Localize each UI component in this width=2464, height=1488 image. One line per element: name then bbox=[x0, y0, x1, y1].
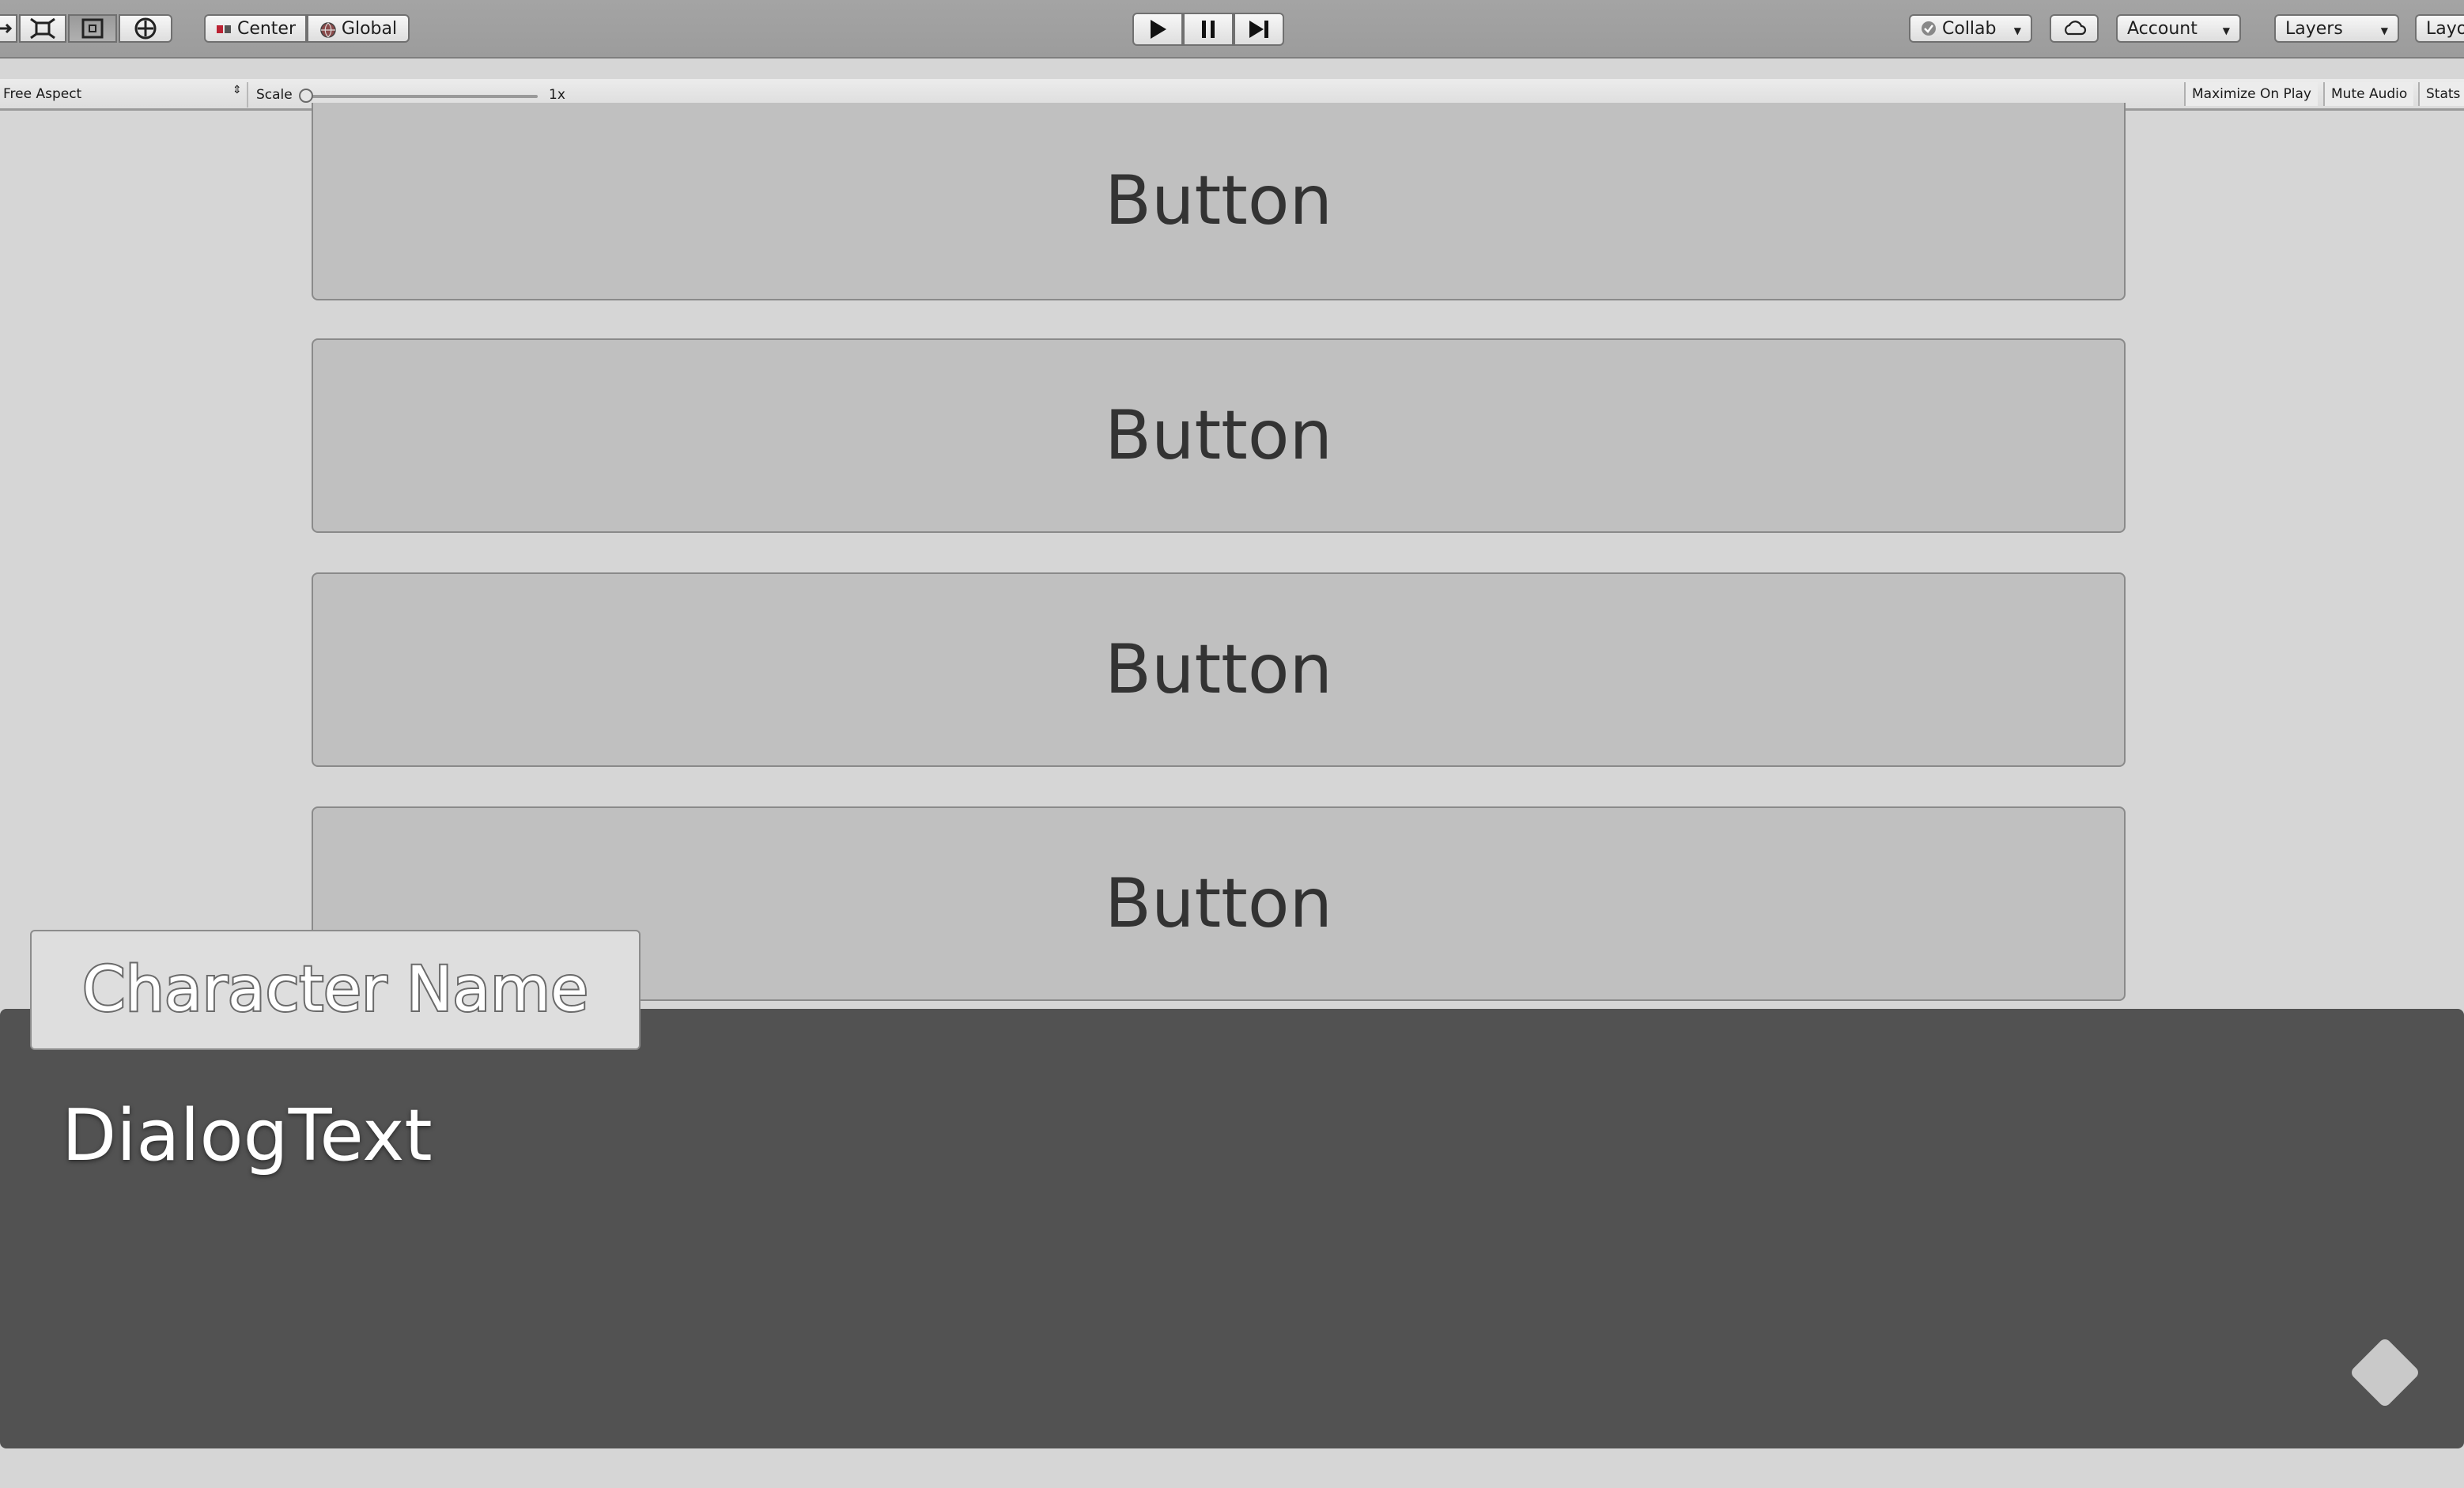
chevron-down-icon: ▼ bbox=[2013, 25, 2021, 36]
stats-toggle[interactable]: Stats bbox=[2418, 82, 2464, 106]
mute-label: Mute Audio bbox=[2331, 86, 2408, 102]
dialog-panel[interactable] bbox=[0, 1009, 2464, 1448]
transform-tool-button[interactable] bbox=[119, 14, 172, 43]
cloud-icon bbox=[2065, 21, 2087, 36]
dialog-text: DialogText bbox=[62, 1094, 433, 1177]
layers-dropdown[interactable]: Layers ▼ bbox=[2274, 14, 2399, 43]
pause-icon bbox=[1202, 21, 1215, 38]
editor-toolbar: Center Global Collab ▼ Account ▼ Layers … bbox=[0, 0, 2464, 59]
stats-label: Stats bbox=[2426, 86, 2461, 102]
scale-icon bbox=[30, 17, 55, 40]
rect-icon bbox=[81, 18, 104, 39]
globe-icon bbox=[319, 21, 337, 38]
pause-button[interactable] bbox=[1183, 13, 1234, 46]
choice-button-2[interactable]: Button bbox=[312, 338, 2126, 533]
collab-dropdown[interactable]: Collab ▼ bbox=[1909, 14, 2032, 43]
chevron-down-icon: ▼ bbox=[2222, 25, 2230, 36]
divider bbox=[247, 82, 248, 108]
move-tool-button[interactable] bbox=[0, 14, 17, 43]
scale-tool-button[interactable] bbox=[19, 14, 66, 43]
layers-label: Layers bbox=[2285, 18, 2343, 39]
maximize-on-play-toggle[interactable]: Maximize On Play bbox=[2184, 82, 2318, 106]
pivot-center-label: Center bbox=[236, 18, 297, 39]
play-button[interactable] bbox=[1132, 13, 1183, 46]
cloud-button[interactable] bbox=[2050, 14, 2099, 43]
scale-slider-handle[interactable] bbox=[299, 89, 313, 103]
scale-slider-track[interactable] bbox=[304, 95, 538, 98]
layout-dropdown[interactable]: Layo bbox=[2415, 14, 2464, 43]
move-icon bbox=[0, 23, 13, 34]
aspect-label: Free Aspect bbox=[3, 86, 82, 102]
choice-button-label: Button bbox=[1104, 864, 1333, 943]
play-icon bbox=[1151, 20, 1166, 39]
pivot-center-button[interactable]: Center bbox=[204, 14, 307, 43]
aspect-dropdown[interactable]: Free Aspect bbox=[3, 86, 81, 102]
mute-audio-toggle[interactable]: Mute Audio bbox=[2323, 82, 2414, 106]
choice-button-label: Button bbox=[1104, 396, 1333, 475]
choice-button-label: Button bbox=[1104, 630, 1333, 709]
account-label: Account bbox=[2127, 18, 2198, 39]
choice-button-label: Button bbox=[1104, 161, 1333, 240]
layout-label: Layo bbox=[2426, 18, 2464, 39]
scale-label: Scale bbox=[256, 87, 293, 103]
step-button[interactable] bbox=[1234, 13, 1284, 46]
character-name: Character Name bbox=[81, 953, 590, 1027]
pivot-global-label: Global bbox=[341, 18, 398, 39]
choice-button-3[interactable]: Button bbox=[312, 572, 2126, 767]
choice-button-1[interactable]: Button bbox=[312, 103, 2126, 300]
center-icon bbox=[215, 21, 232, 36]
pivot-global-button[interactable]: Global bbox=[307, 14, 410, 43]
character-name-box: Character Name bbox=[30, 930, 641, 1050]
updown-arrows-icon: ⇕ bbox=[232, 84, 242, 96]
account-dropdown[interactable]: Account ▼ bbox=[2116, 14, 2241, 43]
collab-label: Collab bbox=[1942, 18, 1997, 39]
rect-tool-button[interactable] bbox=[68, 14, 117, 43]
transform-icon bbox=[134, 17, 157, 40]
check-circle-icon bbox=[1922, 21, 1936, 36]
maximize-label: Maximize On Play bbox=[2192, 86, 2311, 102]
step-icon bbox=[1249, 21, 1268, 38]
chevron-down-icon: ▼ bbox=[2380, 25, 2388, 36]
scale-value: 1x bbox=[549, 87, 565, 103]
